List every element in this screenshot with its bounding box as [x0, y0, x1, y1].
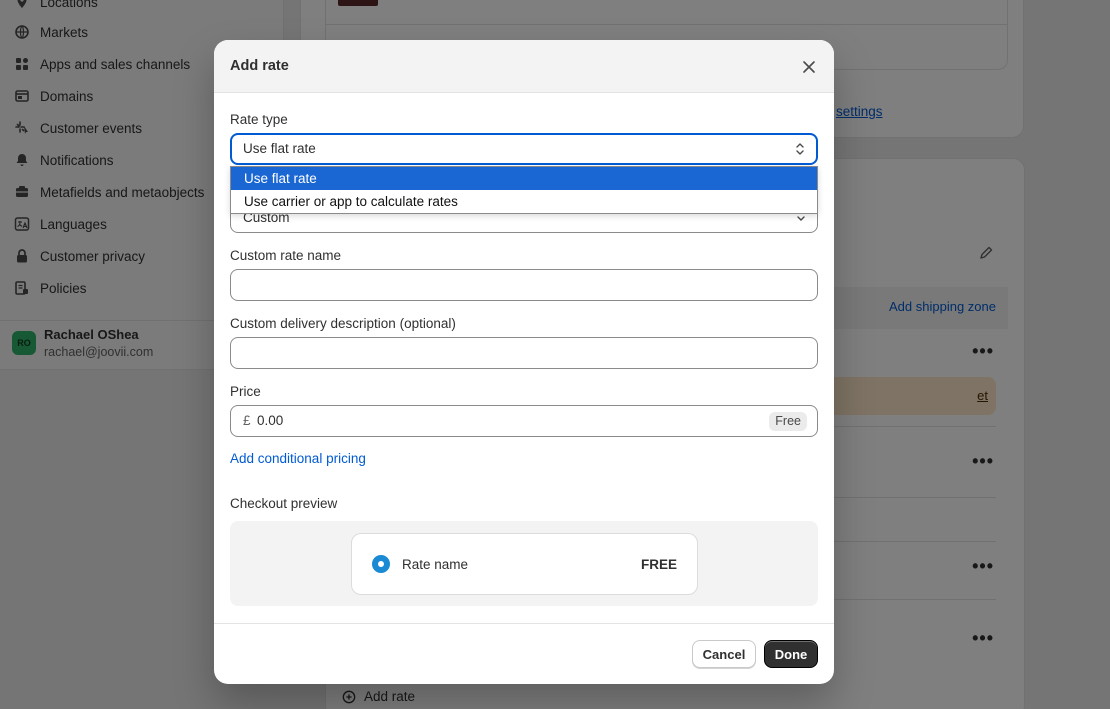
custom-delivery-description-input[interactable] [230, 337, 818, 369]
add-conditional-pricing-link[interactable]: Add conditional pricing [230, 451, 366, 466]
preview-rate-card: Rate name FREE [351, 533, 698, 595]
rate-type-select[interactable]: Use flat rate [230, 133, 818, 165]
rate-type-option-flat[interactable]: Use flat rate [231, 167, 817, 190]
modal-footer: Cancel Done [214, 623, 834, 684]
price-value: 0.00 [257, 413, 284, 428]
rate-type-label: Rate type [230, 112, 288, 127]
preview-rate-price: FREE [640, 557, 677, 572]
modal-header: Add rate [214, 40, 834, 93]
preview-rate-name: Rate name [402, 557, 469, 572]
add-rate-modal: Add rate Rate type Use flat rate Use fla… [214, 40, 834, 684]
custom-rate-name-label: Custom rate name [230, 248, 342, 263]
rate-type-value: Use flat rate [243, 141, 316, 156]
custom-delivery-description-label: Custom delivery description (optional) [230, 316, 456, 331]
select-chevron-icon [796, 143, 804, 155]
cancel-button[interactable]: Cancel [692, 640, 756, 668]
price-input[interactable]: £ 0.00 Free [230, 405, 818, 437]
checkout-preview-label: Checkout preview [230, 496, 338, 511]
price-label: Price [230, 384, 261, 399]
rate-type-option-carrier[interactable]: Use carrier or app to calculate rates [231, 190, 817, 213]
custom-rate-name-input[interactable] [230, 269, 818, 301]
free-badge: Free [769, 412, 807, 431]
checkout-preview: Rate name FREE [230, 521, 818, 606]
rate-type-dropdown: Use flat rate Use carrier or app to calc… [230, 166, 818, 214]
modal-title: Add rate [230, 58, 289, 74]
currency-prefix: £ [243, 413, 251, 428]
done-button[interactable]: Done [764, 640, 818, 668]
radio-selected-icon [372, 555, 390, 573]
close-button[interactable] [798, 56, 820, 78]
close-icon [803, 61, 815, 73]
